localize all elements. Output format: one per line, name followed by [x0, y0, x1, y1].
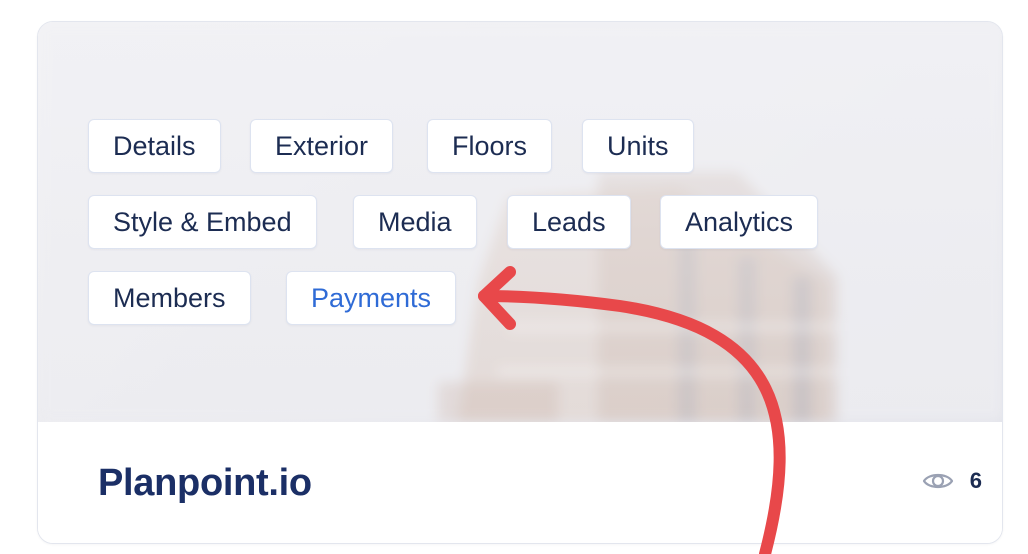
tab-payments[interactable]: Payments	[286, 271, 457, 325]
tab-units[interactable]: Units	[582, 119, 694, 173]
eye-icon	[922, 473, 953, 489]
tab-members[interactable]: Members	[88, 271, 251, 325]
tab-media[interactable]: Media	[353, 195, 477, 249]
tab-style-embed[interactable]: Style & Embed	[88, 195, 317, 249]
project-title[interactable]: Planpoint.io	[98, 462, 312, 505]
project-cover-image: Details Exterior Floors Units Style & Em…	[38, 22, 1002, 422]
card-footer: Planpoint.io 6	[38, 422, 1002, 543]
screenshot-stage: Details Exterior Floors Units Style & Em…	[0, 0, 1028, 554]
views-count: 6	[969, 468, 982, 493]
view-counter: 6	[922, 468, 982, 494]
tab-leads[interactable]: Leads	[507, 195, 631, 249]
tab-details[interactable]: Details	[88, 119, 221, 173]
tab-analytics[interactable]: Analytics	[660, 195, 819, 249]
tab-floors[interactable]: Floors	[427, 119, 553, 173]
tab-exterior[interactable]: Exterior	[250, 119, 394, 173]
project-card: Details Exterior Floors Units Style & Em…	[37, 21, 1003, 544]
